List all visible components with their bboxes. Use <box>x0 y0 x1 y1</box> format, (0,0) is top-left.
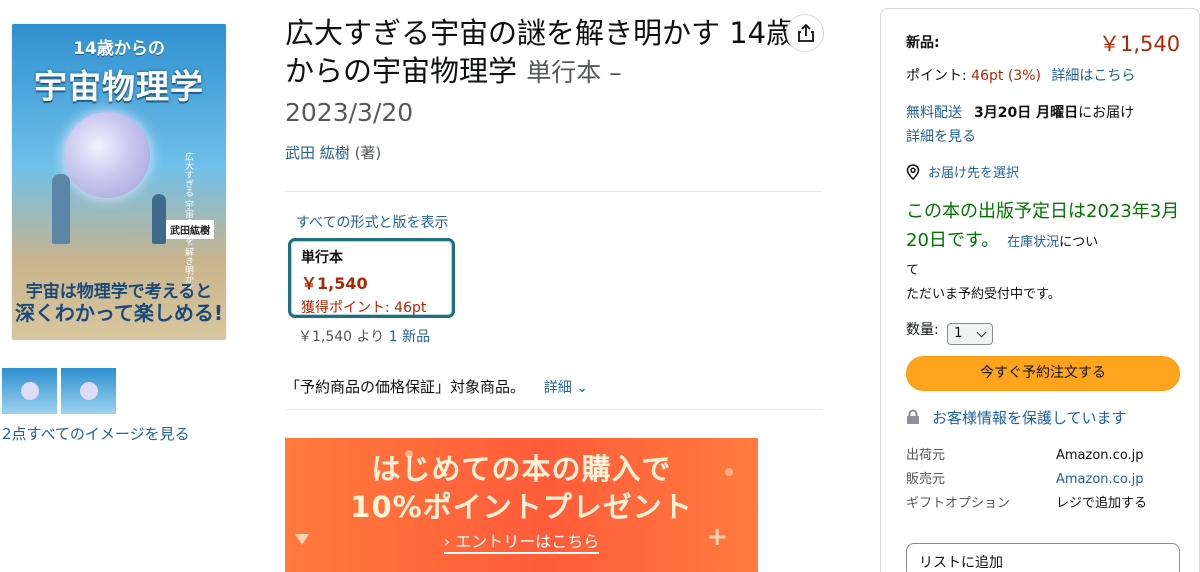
banner-line2: 10%ポイントプレゼント <box>350 490 693 524</box>
banner-decoration: + <box>706 522 728 552</box>
product-title-block: 広大すぎる宇宙の謎を解き明かす 14歳からの宇宙物理学 単行本 – 2023/3… <box>285 14 805 132</box>
table-row: 販売元 Amazon.co.jp <box>906 468 1186 492</box>
quantity-label: 数量: <box>906 322 939 338</box>
banner-cta-text: › エントリーはこちら <box>443 532 600 554</box>
offers-price: ￥1,540 <box>298 329 353 345</box>
thumbnail-2[interactable] <box>61 368 116 414</box>
seller-link[interactable]: Amazon.co.jp <box>1056 468 1144 492</box>
preorder-button[interactable]: 今すぐ予約注文する <box>906 356 1180 391</box>
points-label: ポイント: <box>906 68 967 84</box>
table-row: ギフトオプション レジで追加する <box>906 492 1186 516</box>
deliver-to-selector[interactable]: お届け先を選択 <box>906 162 1019 181</box>
info-key: 販売元 <box>906 472 946 487</box>
quantity-row: 数量: 1 <box>906 319 994 345</box>
author-role: (著) <box>354 144 382 162</box>
cover-tagline-line2: 深くわかって楽しめる! <box>14 301 224 325</box>
preorder-status: て ただいま予約受付中です。 <box>906 259 1061 307</box>
share-icon <box>798 23 814 42</box>
preorder-status-line2: ただいま予約受付中です。 <box>906 287 1061 302</box>
see-all-images-link[interactable]: 2点すべてのイメージを見る <box>2 423 190 444</box>
buybox-price: ￥1,540 <box>1099 32 1181 56</box>
table-row: 出荷元 Amazon.co.jp <box>906 444 1186 468</box>
product-date: 2023/3/20 <box>285 98 414 127</box>
points-details-link[interactable]: 詳細はこちら <box>1051 68 1135 84</box>
format-points: 獲得ポイント: 46pt <box>301 300 427 316</box>
free-shipping-link[interactable]: 無料配送 <box>906 105 962 121</box>
preorder-status-line1: て <box>906 263 920 278</box>
lock-icon <box>907 409 919 424</box>
product-cover-image[interactable]: 14歳からの 宇宙物理学 広大すぎる 宇宙の謎を 解き明かす 武田紘樹 宇宙は物… <box>12 24 226 340</box>
seller-info-table: 出荷元 Amazon.co.jp 販売元 Amazon.co.jp ギフトオプシ… <box>906 444 1186 516</box>
cover-subtitle: 14歳からの <box>73 39 165 59</box>
location-pin-icon <box>906 164 920 181</box>
availability-message: この本の出版予定日は2023年3月20日です。 在庫状況につい <box>906 197 1191 257</box>
format-option-tankobon[interactable]: 単行本 ￥1,540 獲得ポイント: 46pt <box>288 238 455 318</box>
delivery-details-link[interactable]: 詳細を見る <box>906 129 976 145</box>
author-line: 武田 紘樹 (著) <box>285 142 381 163</box>
cover-figure-illustration <box>152 194 166 244</box>
stock-suffix: につい <box>1059 235 1099 250</box>
secure-transaction-text: お客様情報を保護しています <box>932 409 1127 427</box>
cover-moon-illustration <box>64 112 150 198</box>
price-guarantee: 「予約商品の価格保証」対象商品。 詳細 ⌄ <box>285 376 588 397</box>
offers-line: ￥1,540 より 1 新品 <box>298 326 430 346</box>
points-value: 46pt <box>971 68 1004 84</box>
new-offers-link[interactable]: 1 新品 <box>389 329 430 345</box>
info-value: Amazon.co.jp <box>1056 448 1144 463</box>
add-to-list-button[interactable]: リストに追加 <box>906 543 1180 572</box>
banner-cta[interactable]: › エントリーはこちら <box>285 528 758 554</box>
info-key: ギフトオプション <box>906 496 1011 511</box>
cover-author: 武田紘樹 <box>166 220 214 239</box>
divider <box>285 409 823 410</box>
price-guarantee-text: 「予約商品の価格保証」対象商品。 <box>285 378 526 396</box>
info-key: 出荷元 <box>906 448 946 463</box>
cover-tagline: 宇宙は物理学で考えると 深くわかって楽しめる! <box>12 282 226 324</box>
image-thumbnails <box>2 368 120 418</box>
banner-decoration <box>295 534 309 545</box>
banner-line1: はじめての本の購入で <box>371 452 672 486</box>
cover-figure-illustration <box>52 174 70 244</box>
guarantee-details-link[interactable]: 詳細 ⌄ <box>544 380 588 396</box>
secure-transaction-link[interactable]: お客様情報を保護しています <box>906 407 1127 428</box>
delivery-date: 3月20日 月曜日 <box>974 105 1079 121</box>
info-value: レジで追加する <box>1056 496 1148 511</box>
new-label: 新品: <box>906 35 940 51</box>
author-link[interactable]: 武田 紘樹 <box>285 144 350 162</box>
delivery-suffix: にお届け <box>1078 105 1135 121</box>
cover-title: 宇宙物理学 <box>34 67 204 106</box>
format-label: 単行本 <box>301 250 343 266</box>
promo-banner[interactable]: はじめての本の購入で 10%ポイントプレゼント › エントリーはこちら + <box>285 438 758 572</box>
divider <box>285 191 823 192</box>
points-line: ポイント: 46pt (3%) 詳細はこちら <box>906 65 1135 85</box>
cover-tagline-line1: 宇宙は物理学で考えると <box>25 282 213 302</box>
product-binding: 単行本 – <box>526 58 622 87</box>
deliver-to-text: お届け先を選択 <box>928 166 1020 181</box>
share-button[interactable] <box>786 14 824 52</box>
all-formats-link[interactable]: すべての形式と版を表示 <box>296 212 448 232</box>
quantity-value: 1 <box>954 326 963 341</box>
format-price: ￥1,540 <box>301 274 368 293</box>
thumbnail-1[interactable] <box>2 368 57 414</box>
points-percent: (3%) <box>1007 68 1041 84</box>
delivery-info: 無料配送 3月20日 月曜日にお届け 詳細を見る <box>906 101 1191 149</box>
quantity-select[interactable]: 1 <box>947 323 994 345</box>
stock-status-link[interactable]: 在庫状況 <box>1007 235 1059 250</box>
offers-from: より <box>356 329 385 345</box>
